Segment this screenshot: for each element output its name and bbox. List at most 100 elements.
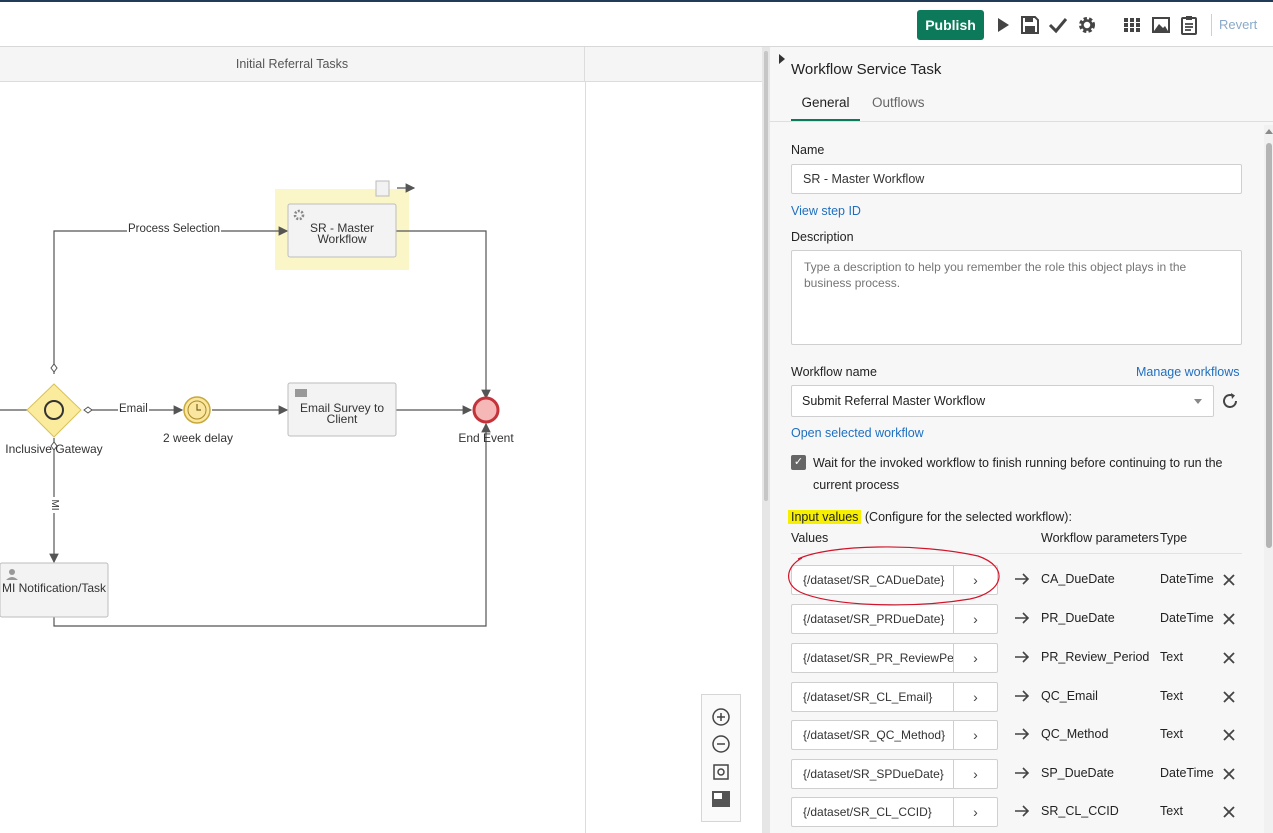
refresh-icon[interactable] bbox=[1220, 391, 1240, 411]
tabs-divider bbox=[770, 121, 1273, 122]
input-values-title: Input values (Configure for the selected… bbox=[788, 510, 1072, 524]
task-email-label[interactable]: Email Survey to Client bbox=[288, 402, 396, 425]
open-selected-workflow-link[interactable]: Open selected workflow bbox=[791, 426, 924, 440]
value-picker-button[interactable]: › bbox=[953, 565, 998, 595]
connector-marker bbox=[50, 363, 58, 373]
view-step-id-link[interactable]: View step ID bbox=[791, 204, 861, 218]
gateway-diamond bbox=[26, 383, 82, 438]
workflow-select[interactable]: Submit Referral Master Workflow bbox=[791, 385, 1214, 417]
value-picker-button[interactable]: › bbox=[953, 759, 998, 789]
parameter-type: DateTime bbox=[1160, 766, 1214, 780]
value-input[interactable]: {/dataset/SR_QC_Method} bbox=[791, 720, 954, 750]
arrow-right-icon bbox=[1015, 767, 1030, 779]
col-params-header: Workflow parameters bbox=[1041, 531, 1159, 545]
close-icon[interactable] bbox=[1221, 727, 1237, 743]
save-icon[interactable] bbox=[1019, 14, 1041, 36]
play-icon[interactable] bbox=[992, 14, 1014, 36]
tab-general[interactable]: General bbox=[791, 95, 860, 121]
task-sr-master-label[interactable]: SR - Master Workflow bbox=[288, 222, 396, 245]
value-picker-button[interactable]: › bbox=[953, 720, 998, 750]
wait-checkbox-label: Wait for the invoked workflow to finish … bbox=[813, 456, 1223, 492]
value-input[interactable]: {/dataset/SR_SPDueDate} bbox=[791, 759, 954, 789]
close-icon[interactable] bbox=[1221, 689, 1237, 705]
arrow-right-icon bbox=[1015, 805, 1030, 817]
workflow-name-label: Workflow name bbox=[791, 365, 877, 379]
edge-process-selection bbox=[53, 226, 289, 374]
parameter-type: DateTime bbox=[1160, 572, 1214, 586]
close-icon[interactable] bbox=[1221, 766, 1237, 782]
workflow-select-value: Submit Referral Master Workflow bbox=[802, 394, 986, 408]
manage-workflows-link[interactable]: Manage workflows bbox=[1136, 365, 1240, 379]
check-icon[interactable] bbox=[1047, 14, 1069, 36]
parameter-type: DateTime bbox=[1160, 611, 1214, 625]
gateway-label: Inclusive Gateway bbox=[5, 442, 103, 456]
arrow-right-icon bbox=[1015, 573, 1030, 585]
connector-marker bbox=[83, 406, 93, 414]
scrollbar-thumb[interactable] bbox=[1266, 143, 1272, 548]
value-input[interactable]: {/dataset/SR_PRDueDate} bbox=[791, 604, 954, 634]
scroll-up-icon[interactable] bbox=[1265, 129, 1273, 134]
arrow-right-icon bbox=[1015, 612, 1030, 624]
arrow-right-icon bbox=[1015, 651, 1030, 663]
parameter-type: Text bbox=[1160, 689, 1183, 703]
close-icon[interactable] bbox=[1221, 804, 1237, 820]
value-picker-button[interactable]: › bbox=[953, 643, 998, 673]
close-icon[interactable] bbox=[1221, 650, 1237, 666]
panel-scrollbar[interactable] bbox=[1264, 125, 1273, 833]
workflow-parameter: QC_Email bbox=[1041, 689, 1098, 703]
clipboard-icon[interactable] bbox=[1178, 14, 1200, 36]
publish-button[interactable]: Publish bbox=[917, 10, 984, 40]
panel-splitter[interactable] bbox=[762, 47, 770, 833]
image-icon[interactable] bbox=[1150, 14, 1172, 36]
zoom-in-icon[interactable] bbox=[711, 707, 731, 727]
workflow-parameter: QC_Method bbox=[1041, 727, 1109, 741]
envelope-icon bbox=[295, 389, 307, 397]
close-icon[interactable] bbox=[1221, 611, 1237, 627]
name-input[interactable] bbox=[791, 164, 1242, 194]
minimap-icon[interactable] bbox=[711, 789, 731, 809]
annotation-icon bbox=[375, 180, 390, 197]
end-event-label: End Event bbox=[458, 431, 514, 445]
toolbar-separator bbox=[1211, 14, 1212, 36]
header-divider bbox=[791, 553, 1242, 554]
grid-icon[interactable] bbox=[1121, 14, 1143, 36]
workflow-parameter: SR_CL_CCID bbox=[1041, 804, 1119, 818]
input-value-row: {/dataset/SR_PR_ReviewPeriod}› PR_Review_… bbox=[791, 643, 1251, 673]
edge-label-email: Email bbox=[118, 403, 149, 415]
description-textarea[interactable] bbox=[791, 250, 1242, 345]
collapse-arrow-icon[interactable] bbox=[779, 54, 785, 64]
input-value-row: {/dataset/SR_CL_CCID} › SR_CL_CCID Text bbox=[791, 797, 1251, 827]
col-type-header: Type bbox=[1160, 531, 1188, 545]
parameter-type: Text bbox=[1160, 727, 1183, 741]
value-picker-button[interactable]: › bbox=[953, 604, 998, 634]
value-input[interactable]: {/dataset/SR_CL_Email} bbox=[791, 682, 954, 712]
value-input[interactable]: {/dataset/SR_CL_CCID} bbox=[791, 797, 954, 827]
input-values-suffix: (Configure for the selected workflow): bbox=[861, 510, 1072, 524]
panel-title: Workflow Service Task bbox=[791, 61, 942, 78]
revert-button[interactable]: Revert bbox=[1219, 17, 1257, 32]
close-icon[interactable] bbox=[1221, 572, 1237, 588]
task-mi-label[interactable]: MI Notification/Task bbox=[0, 582, 108, 594]
zoom-out-icon[interactable] bbox=[711, 734, 731, 754]
name-label: Name bbox=[791, 143, 825, 157]
gear-icon[interactable] bbox=[1076, 14, 1098, 36]
input-value-row: {/dataset/SR_CADueDate} › CA_DueDate DateTi… bbox=[791, 565, 1251, 595]
edge-mi-to-end bbox=[53, 422, 491, 627]
value-picker-button[interactable]: › bbox=[953, 797, 998, 827]
wait-checkbox[interactable]: ✓ bbox=[791, 455, 806, 470]
splitter-handle[interactable] bbox=[764, 51, 768, 501]
value-input[interactable]: {/dataset/SR_CADueDate} bbox=[791, 565, 954, 595]
zoom-controls bbox=[701, 694, 741, 822]
value-input[interactable]: {/dataset/SR_PR_ReviewPeriod} bbox=[791, 643, 954, 673]
value-picker-button[interactable]: › bbox=[953, 682, 998, 712]
workflow-parameter: PR_DueDate bbox=[1041, 611, 1115, 625]
edge-label-mi: MI bbox=[48, 497, 60, 513]
input-values-highlight: Input values bbox=[788, 510, 862, 524]
tab-outflows[interactable]: Outflows bbox=[872, 95, 925, 121]
col-values-header: Values bbox=[791, 531, 829, 545]
input-value-row: {/dataset/SR_SPDueDate} › SP_DueDate DateTi… bbox=[791, 759, 1251, 789]
workflow-parameter: CA_DueDate bbox=[1041, 572, 1115, 586]
process-canvas[interactable]: Initial Referral Tasks SR - Master Workf… bbox=[0, 47, 762, 833]
properties-panel: Workflow Service Task General Outflows N… bbox=[770, 47, 1273, 833]
fit-to-screen-icon[interactable] bbox=[711, 762, 731, 782]
